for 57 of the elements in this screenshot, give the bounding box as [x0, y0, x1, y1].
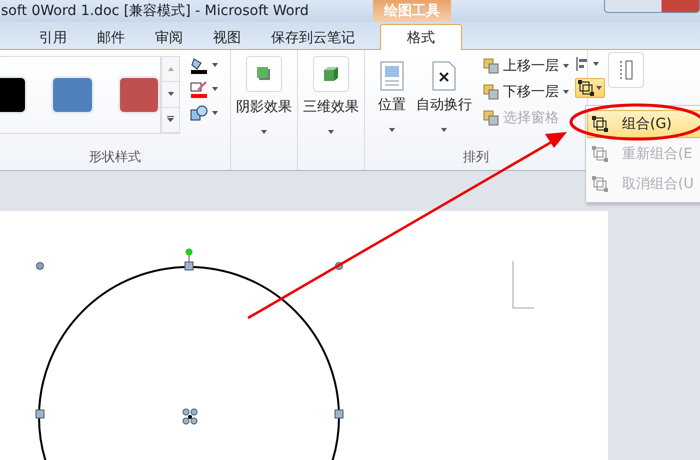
group-label: 形状样式: [89, 149, 141, 167]
shadow-square-icon: [257, 67, 271, 81]
fill-button[interactable]: [190, 56, 218, 74]
caret-icon: [212, 87, 218, 91]
ribbon-tab[interactable]: 视图: [198, 26, 256, 50]
paint-bucket-icon: [190, 56, 208, 74]
style-swatch[interactable]: [51, 76, 94, 114]
group-icon: [592, 116, 608, 132]
shapes-icon: [190, 104, 208, 122]
more-icon: [167, 116, 174, 122]
caret-icon: [212, 63, 218, 67]
layers-icon: [483, 58, 499, 74]
caret-icon: [261, 130, 267, 134]
down-triangle-icon: [168, 92, 174, 96]
page-picture-icon: [380, 61, 404, 91]
outline-button[interactable]: [190, 80, 218, 98]
pencil-icon: [190, 80, 208, 98]
caret-icon: [328, 130, 334, 134]
arrange-option-button[interactable]: 下移一层: [483, 82, 569, 102]
contextual-tab-header: 绘图工具: [373, 0, 451, 22]
caret-icon: [563, 64, 569, 68]
height-icon: [618, 59, 634, 81]
arrange-button[interactable]: 位置: [375, 56, 409, 136]
caret-icon: [389, 128, 395, 132]
margin-corner-mark: [512, 261, 534, 309]
group-icon: [592, 146, 608, 162]
group-icon: [592, 176, 608, 192]
group-icon: [578, 80, 594, 96]
group-label: 排列: [463, 149, 489, 167]
effect-button[interactable]: 阴影效果: [233, 56, 295, 138]
ribbon-tab[interactable]: 引用: [24, 26, 82, 50]
layers-icon: [483, 110, 499, 126]
caret-icon: [441, 128, 447, 132]
effects-button[interactable]: [190, 104, 218, 122]
arrange-button[interactable]: 自动换行: [413, 56, 475, 136]
cube-icon: [323, 66, 339, 82]
style-swatch[interactable]: [118, 76, 160, 114]
layers-icon: [483, 84, 499, 100]
size-button[interactable]: [608, 52, 644, 88]
ribbon-tab[interactable]: 邮件: [82, 26, 140, 50]
caret-icon: [563, 90, 569, 94]
arrange-option-button[interactable]: 上移一层: [483, 56, 569, 76]
window-controls[interactable]: [604, 0, 700, 13]
ribbon-tab[interactable]: 格式: [380, 24, 462, 50]
ribbon-tab[interactable]: 保存到云笔记: [256, 26, 370, 50]
scroll-down-button[interactable]: [162, 82, 179, 108]
window-title: soft 0Word 1.doc [兼容模式] - Microsoft Word: [1, 2, 310, 21]
caret-icon: [596, 86, 602, 90]
ribbon-tab[interactable]: 审阅: [140, 26, 198, 50]
align-icon: [575, 56, 589, 72]
up-triangle-icon: [168, 66, 174, 71]
effect-button[interactable]: 三维效果: [300, 56, 362, 138]
page-wrap-icon: [432, 61, 456, 91]
caret-icon: [593, 62, 599, 66]
group-dropdown-button[interactable]: [575, 78, 605, 98]
caret-icon: [212, 111, 218, 115]
menu-item[interactable]: 组合(G): [587, 110, 700, 138]
